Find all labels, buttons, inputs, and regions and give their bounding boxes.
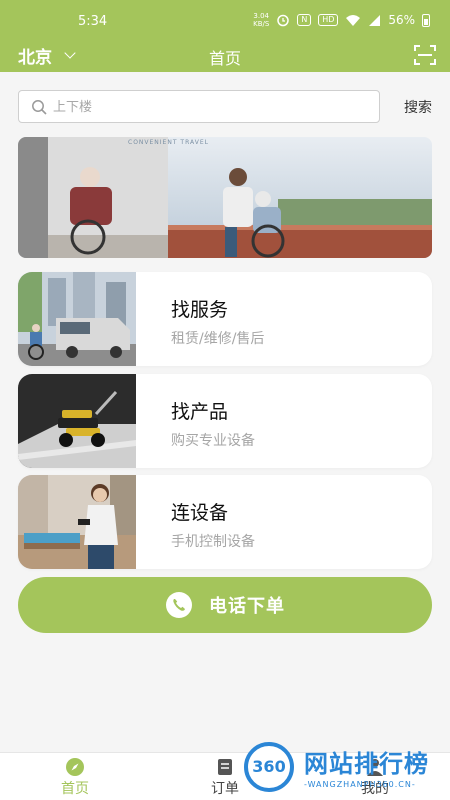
search-row: 搜索 bbox=[18, 90, 432, 123]
battery-percent: 56% bbox=[388, 13, 415, 27]
status-time: 5:34 bbox=[78, 14, 108, 29]
watermark-title: 网站排行榜 bbox=[304, 750, 429, 778]
scan-icon[interactable] bbox=[414, 45, 436, 65]
card-subtitle: 租赁/维修/售后 bbox=[171, 331, 265, 347]
card-title: 找服务 bbox=[171, 299, 229, 321]
watermark-logo: 360 bbox=[244, 742, 294, 792]
card-find-service[interactable]: 找服务 租赁/维修/售后 bbox=[18, 272, 432, 366]
caregiver-image bbox=[18, 475, 136, 569]
status-bar: 5:34 3.04 KB/S N HD 56% bbox=[0, 0, 450, 40]
signal-icon bbox=[369, 14, 381, 26]
banner-caption: CONVENIENT TRAVEL bbox=[128, 139, 209, 146]
battery-icon bbox=[422, 13, 430, 27]
tab-label: 首页 bbox=[61, 781, 89, 797]
card-subtitle: 手机控制设备 bbox=[171, 534, 255, 550]
watermark: 360 网站排行榜 -WANGZHANPH360.CN- bbox=[244, 742, 450, 800]
card-connect-device[interactable]: 连设备 手机控制设备 bbox=[18, 475, 432, 569]
card-find-product[interactable]: 找产品 购买专业设备 bbox=[18, 374, 432, 468]
search-box[interactable] bbox=[18, 90, 380, 123]
phone-icon bbox=[166, 592, 192, 618]
alarm-icon bbox=[277, 14, 290, 27]
search-icon bbox=[32, 100, 47, 115]
promo-banner[interactable]: CONVENIENT TRAVEL bbox=[18, 137, 432, 258]
card-subtitle: 购买专业设备 bbox=[171, 433, 255, 449]
page-title: 首页 bbox=[208, 49, 241, 68]
tab-home[interactable]: 首页 bbox=[35, 757, 115, 798]
status-icons: 3.04 KB/S N HD 56% bbox=[253, 12, 430, 28]
nfc-icon: N bbox=[297, 14, 312, 26]
compass-icon bbox=[66, 758, 84, 776]
network-speed: 3.04 KB/S bbox=[253, 12, 270, 28]
search-input[interactable] bbox=[53, 95, 363, 119]
phone-order-button[interactable]: 电话下单 bbox=[18, 577, 432, 633]
wifi-icon bbox=[346, 14, 361, 26]
stair-climber-image bbox=[18, 374, 136, 468]
hd-icon: HD bbox=[318, 14, 339, 26]
order-icon bbox=[218, 759, 232, 775]
tab-label: 订单 bbox=[211, 781, 239, 797]
phone-order-label: 电话下单 bbox=[209, 596, 285, 617]
search-button[interactable]: 搜索 bbox=[404, 97, 432, 117]
card-title: 找产品 bbox=[171, 401, 229, 423]
van-wheelchair-image bbox=[18, 272, 136, 366]
watermark-subtitle: -WANGZHANPH360.CN- bbox=[304, 780, 416, 789]
app-header: 北京 首页 bbox=[0, 40, 450, 72]
banner-image: CONVENIENT TRAVEL bbox=[18, 137, 432, 258]
card-title: 连设备 bbox=[171, 502, 229, 524]
